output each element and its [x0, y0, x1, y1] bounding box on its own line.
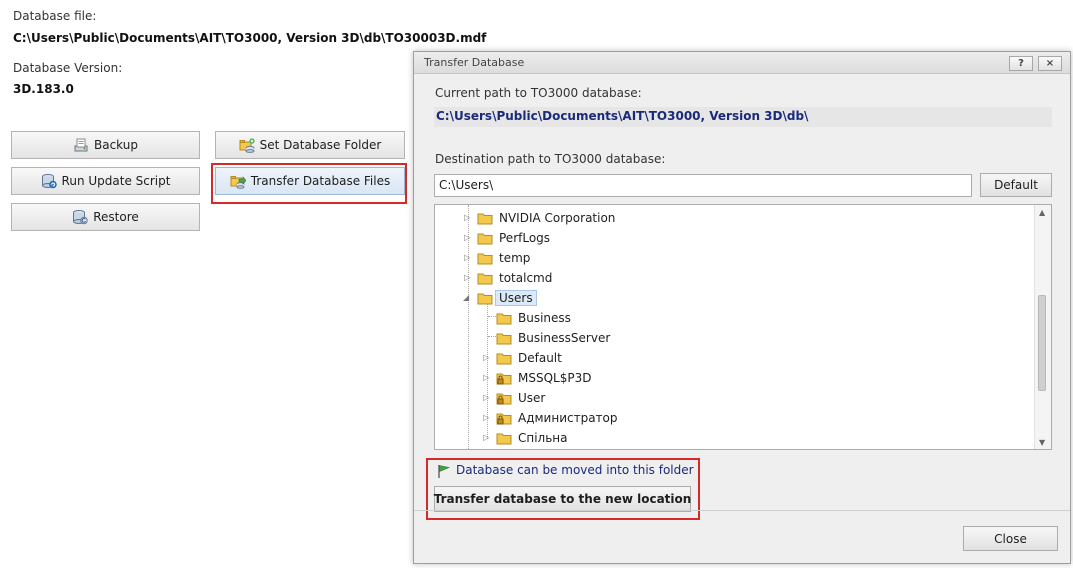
tree-item-label: Спільна: [518, 431, 568, 445]
tree-item-label: Business: [518, 311, 571, 325]
tree-item-user[interactable]: User: [496, 389, 545, 407]
tree-item-label: NVIDIA Corporation: [499, 211, 616, 225]
expand-arrow-icon[interactable]: ▷: [464, 254, 472, 262]
expand-arrow-icon[interactable]: ▷: [483, 374, 491, 382]
close-button[interactable]: Close: [963, 526, 1058, 551]
expand-arrow-icon[interactable]: ▷: [464, 214, 472, 222]
tree-item-label: Администратор: [518, 411, 618, 425]
database-folder-icon: [239, 138, 255, 153]
tree-item-label: totalcmd: [499, 271, 553, 285]
help-button[interactable]: ?: [1009, 56, 1033, 71]
database-version-label: Database Version:: [13, 61, 123, 75]
tree-scrollbar[interactable]: ▲ ▼: [1034, 205, 1051, 449]
dialog-footer-divider: [414, 510, 1070, 511]
current-path-box: C:\Users\Public\Documents\AIT\TO3000, Ve…: [434, 107, 1052, 127]
dialog-titlebar[interactable]: Transfer Database ? ×: [414, 52, 1070, 74]
expand-arrow-icon[interactable]: ▷: [483, 414, 491, 422]
backup-label: Backup: [94, 138, 138, 152]
tree-item-mssql-p3d[interactable]: MSSQL$P3D: [496, 369, 591, 387]
scrollbar-thumb[interactable]: [1038, 295, 1046, 391]
tree-item-businessserver[interactable]: BusinessServer: [496, 329, 610, 347]
default-button[interactable]: Default: [980, 173, 1052, 197]
locked-folder-icon: [496, 393, 512, 405]
folder-tree[interactable]: NVIDIA Corporation ▷ PerfLogs ▷ temp ▷ t…: [434, 204, 1052, 450]
destination-path-label: Destination path to TO3000 database:: [435, 152, 666, 166]
tree-item-spilna[interactable]: Спільна: [496, 429, 568, 447]
database-file-path: C:\Users\Public\Documents\AIT\TO3000, Ve…: [13, 31, 487, 45]
database-restore-icon: [73, 210, 88, 225]
expand-arrow-icon[interactable]: ▷: [483, 354, 491, 362]
tree-guide-line: [488, 316, 496, 317]
folder-open-icon: [477, 293, 493, 305]
run-update-script-button[interactable]: Run Update Script: [11, 167, 200, 195]
folder-icon: [496, 333, 512, 345]
backup-icon: [74, 138, 88, 152]
folder-icon: [477, 233, 493, 245]
tree-item-administrator[interactable]: Администратор: [496, 409, 618, 427]
tree-item-label: PerfLogs: [499, 231, 551, 245]
current-path-value: C:\Users\Public\Documents\AIT\TO3000, Ve…: [436, 109, 809, 123]
expand-arrow-icon[interactable]: ▷: [464, 234, 472, 242]
tree-item-totalcmd[interactable]: totalcmd: [477, 269, 552, 287]
tree-item-label: temp: [499, 251, 531, 265]
highlight-transfer-files: [211, 163, 407, 204]
restore-button[interactable]: Restore: [11, 203, 200, 231]
database-version-value: 3D.183.0: [13, 82, 74, 96]
backup-button[interactable]: Backup: [11, 131, 200, 159]
database-file-label: Database file:: [13, 9, 97, 23]
tree-item-label: BusinessServer: [518, 331, 611, 345]
folder-icon: [496, 313, 512, 325]
folder-icon: [477, 253, 493, 265]
current-path-label: Current path to TO3000 database:: [435, 86, 642, 100]
set-database-folder-label: Set Database Folder: [259, 138, 382, 152]
folder-icon: [496, 353, 512, 365]
tree-guide-line: [488, 336, 496, 337]
run-update-script-label: Run Update Script: [61, 174, 171, 188]
folder-icon: [496, 433, 512, 445]
tree-item-default[interactable]: Default: [496, 349, 562, 367]
tree-item-temp[interactable]: temp: [477, 249, 530, 267]
expand-arrow-icon[interactable]: ▷: [464, 274, 472, 282]
locked-folder-icon: [496, 413, 512, 425]
tree-item-users[interactable]: Users: [477, 289, 537, 307]
tree-item-label: Default: [518, 351, 562, 365]
folder-icon: [477, 273, 493, 285]
transfer-database-dialog: Transfer Database ? × Current path to TO…: [413, 51, 1071, 564]
expand-arrow-icon[interactable]: ▷: [483, 394, 491, 402]
database-update-icon: [41, 174, 57, 189]
tree-item-label: MSSQL$P3D: [518, 371, 592, 385]
tree-item-business[interactable]: Business: [496, 309, 571, 327]
restore-label: Restore: [93, 210, 139, 224]
expand-arrow-icon[interactable]: ▷: [483, 434, 491, 442]
tree-item-label: User: [518, 391, 546, 405]
tree-item-label: Users: [495, 290, 537, 306]
collapse-arrow-icon[interactable]: ◢: [463, 294, 471, 302]
tree-item-nvidia-corporation[interactable]: NVIDIA Corporation: [477, 209, 615, 227]
tree-item-perflogs[interactable]: PerfLogs: [477, 229, 550, 247]
dialog-title: Transfer Database: [424, 56, 525, 69]
set-database-folder-button[interactable]: Set Database Folder: [215, 131, 405, 159]
destination-path-input[interactable]: C:\Users\: [434, 174, 972, 197]
locked-folder-icon: [496, 373, 512, 385]
scroll-down-arrow-icon[interactable]: ▼: [1039, 438, 1045, 447]
scroll-up-arrow-icon[interactable]: ▲: [1039, 208, 1045, 217]
folder-icon: [477, 213, 493, 225]
dialog-close-x-button[interactable]: ×: [1038, 56, 1062, 71]
